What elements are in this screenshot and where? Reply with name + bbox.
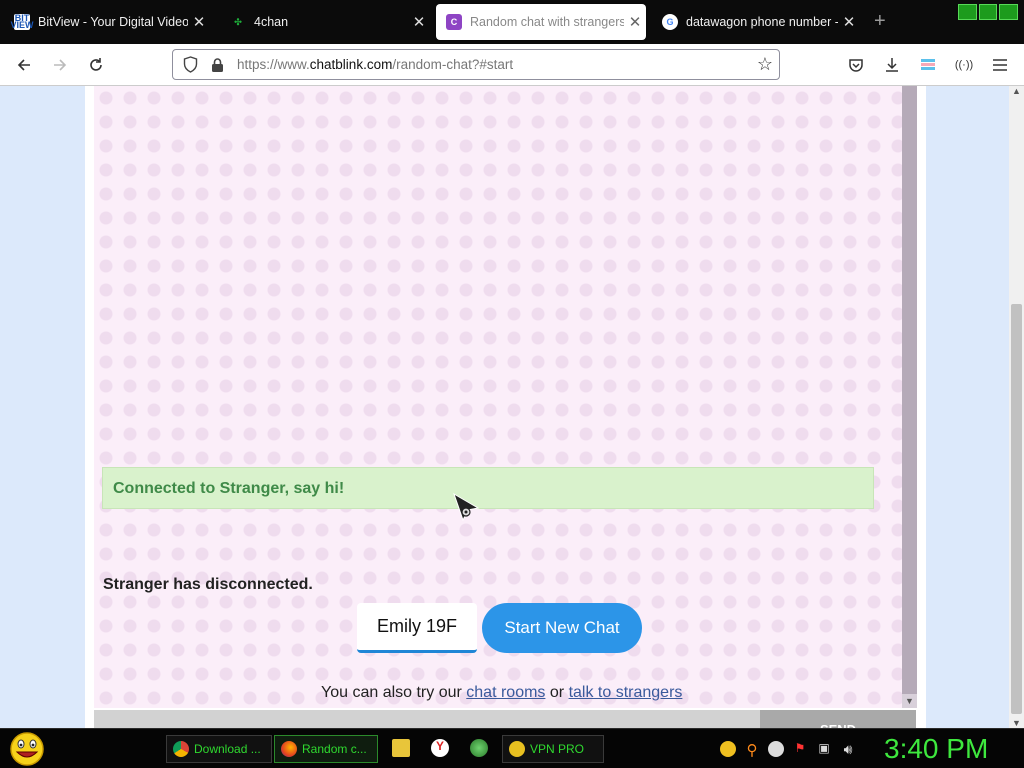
flag-tray-icon[interactable]: ⚑ — [792, 741, 808, 757]
extension-icon[interactable]: ((·)) — [952, 53, 976, 77]
scroll-down-arrow-icon[interactable]: ▼ — [1009, 718, 1024, 728]
scrollbar-thumb[interactable] — [1011, 304, 1022, 714]
chat-rooms-link[interactable]: chat rooms — [466, 684, 545, 701]
address-bar[interactable]: https://www.chatblink.com/random-chat?#s… — [172, 49, 780, 80]
chrome-icon — [173, 741, 189, 757]
url-prefix: https://www. — [237, 57, 310, 72]
volume-tray-icon[interactable]: 🔊︎ — [840, 741, 856, 757]
tab-strip: BITVIEW BitView - Your Digital Video Re … — [0, 0, 1024, 44]
taskbar-item-label: Download ... — [194, 742, 261, 756]
close-icon[interactable]: ✕ — [624, 13, 646, 31]
chatblink-c-icon: C — [446, 14, 462, 30]
url-text[interactable]: https://www.chatblink.com/random-chat?#s… — [237, 57, 513, 72]
alt-links-prefix: You can also try our — [321, 684, 462, 701]
taskbar-item-vpn-pro[interactable]: VPN PRO — [502, 735, 604, 763]
os-taskbar: Download ... Random c... Y VPN PRO ⚲ ⚑ ▣… — [0, 728, 1024, 768]
4chan-clover-icon: ✣ — [234, 16, 242, 27]
taskbar-item-label: Random c... — [302, 742, 367, 756]
disconnected-status-message: Stranger has disconnected. — [103, 576, 313, 593]
taskbar-item-label: VPN PRO — [530, 742, 585, 756]
arrow-left-icon — [17, 59, 30, 71]
bitview-icon: BIT VIEW — [10, 13, 34, 30]
firefox-icon — [281, 741, 297, 757]
smiley-start-icon[interactable] — [8, 731, 46, 767]
tab-title: 4chan — [254, 15, 289, 29]
start-new-chat-button[interactable]: Start New Chat — [482, 603, 642, 653]
google-g-icon: G — [662, 14, 678, 30]
back-button[interactable] — [12, 53, 36, 77]
tab-title: Random chat with strangers — [470, 15, 624, 29]
tab-title: BitView - Your Digital Video Re — [38, 15, 188, 29]
search-tray-icon[interactable]: ⚲ — [744, 741, 760, 759]
status-tray-icon[interactable] — [768, 741, 784, 757]
tracking-shield-icon[interactable] — [175, 56, 205, 73]
bookmark-star-icon[interactable]: ☆ — [757, 54, 773, 75]
tab-title: datawagon phone number - # — [686, 15, 838, 29]
tab-datawagon[interactable]: G datawagon phone number - # ✕ — [652, 4, 860, 40]
taskbar-clock[interactable]: 3:40 PM — [884, 733, 988, 765]
url-path: /random-chat?#start — [392, 57, 514, 72]
close-icon[interactable]: ✕ — [838, 13, 860, 31]
taskbar-item-random-chat[interactable]: Random c... — [274, 735, 378, 763]
alternative-links: You can also try our chat rooms or talk … — [321, 684, 682, 702]
vpn-pro-icon — [509, 741, 525, 757]
downloads-icon[interactable] — [880, 53, 904, 77]
mouse-cursor-icon — [453, 492, 480, 522]
close-icon[interactable]: ✕ — [188, 13, 210, 31]
forward-button[interactable] — [48, 53, 72, 77]
container-icon[interactable] — [916, 53, 940, 77]
window-controls-widget[interactable] — [958, 4, 1019, 20]
yandex-browser-icon[interactable]: Y — [431, 739, 449, 757]
page-scrollbar[interactable]: ▲ ▼ — [1009, 86, 1024, 728]
new-tab-button[interactable]: + — [874, 10, 886, 33]
alt-links-or: or — [549, 684, 565, 701]
tab-random-chat[interactable]: C Random chat with strangers ✕ — [436, 4, 646, 40]
chat-scrollbar[interactable]: ▼ — [902, 86, 917, 708]
connected-status-message: Connected to Stranger, say hi! — [102, 467, 874, 509]
taskbar-item-download[interactable]: Download ... — [166, 735, 272, 763]
folder-icon[interactable] — [392, 739, 410, 757]
menu-hamburger-icon[interactable] — [988, 53, 1012, 77]
navigation-bar: https://www.chatblink.com/random-chat?#s… — [0, 44, 1024, 86]
scroll-up-arrow-icon[interactable]: ▲ — [1009, 86, 1024, 96]
emoji-tray-icon[interactable] — [720, 741, 736, 757]
url-domain: chatblink.com — [309, 57, 393, 72]
reload-icon — [90, 58, 102, 71]
tab-4chan[interactable]: ✣ 4chan ✕ — [220, 4, 430, 40]
app-icon[interactable] — [470, 739, 488, 757]
reload-button[interactable] — [84, 53, 108, 77]
name-input[interactable]: Emily 19F — [357, 603, 477, 653]
send-button[interactable]: SEND — [760, 710, 916, 728]
close-icon[interactable]: ✕ — [408, 13, 430, 31]
page-viewport: ▼ Connected to Stranger, say hi! Strange… — [0, 86, 1024, 728]
arrow-right-icon — [54, 59, 67, 71]
pocket-icon[interactable] — [844, 53, 868, 77]
network-tray-icon[interactable]: ▣ — [816, 741, 832, 757]
scroll-down-arrow-icon[interactable]: ▼ — [902, 694, 917, 708]
tab-bitview[interactable]: BITVIEW BitView - Your Digital Video Re … — [4, 4, 210, 40]
lock-icon[interactable] — [205, 57, 229, 73]
talk-to-strangers-link[interactable]: talk to strangers — [569, 684, 683, 701]
